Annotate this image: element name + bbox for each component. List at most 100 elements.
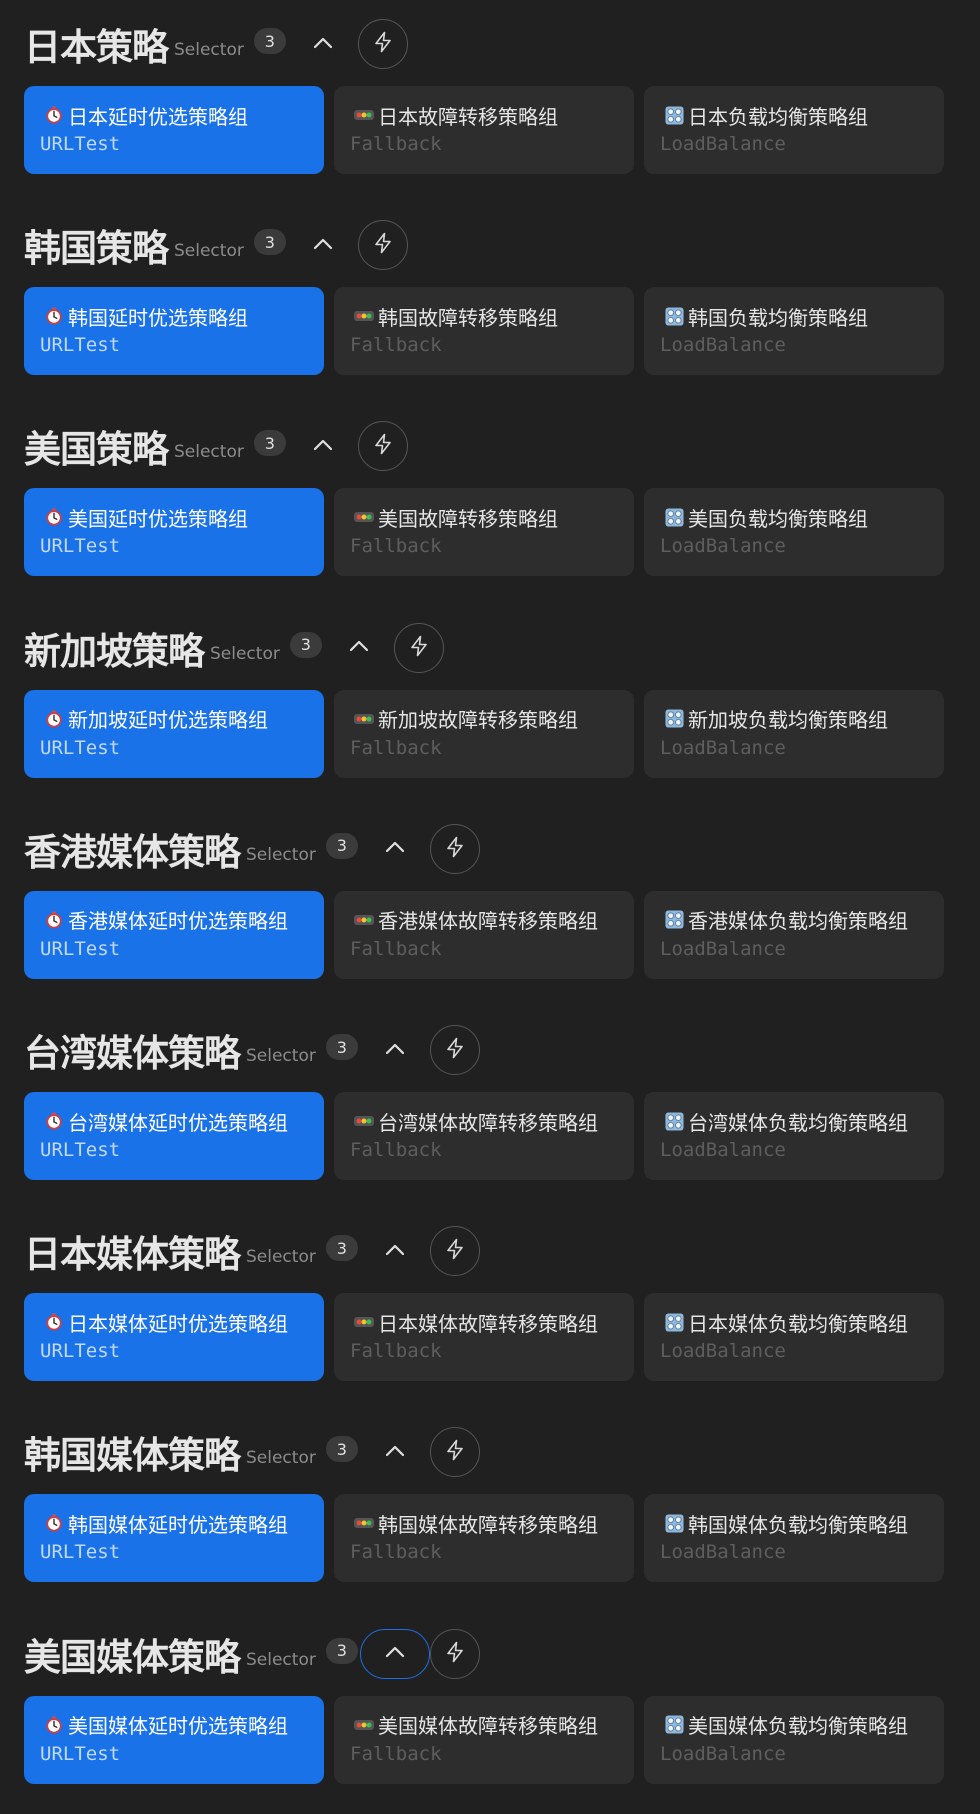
group-title: 日本媒体策略 xyxy=(24,1233,241,1277)
latency-test-button[interactable] xyxy=(429,1226,480,1277)
proxy-card[interactable]: 日本故障转移策略组 Fallback xyxy=(334,86,634,174)
proxy-count-badge: 3 xyxy=(253,28,286,54)
proxy-card[interactable]: 美国延时优选策略组 URLTest xyxy=(24,488,324,577)
proxy-count-badge: 3 xyxy=(289,631,322,658)
proxy-card[interactable]: 日本媒体故障转移策略组 Fallback xyxy=(334,1293,634,1382)
collapse-button[interactable] xyxy=(288,220,358,270)
proxy-count-badge: 3 xyxy=(325,1034,358,1060)
lightning-bolt-icon xyxy=(371,231,395,259)
stopwatch-icon xyxy=(44,1513,64,1533)
proxy-card[interactable]: 韩国媒体故障转移策略组 Fallback xyxy=(334,1494,634,1583)
proxy-group: 韩国策略 Selector 3 韩国延时优选策略组 URLTest 韩国故障转移策略组 Fa… xyxy=(24,215,944,405)
latency-test-button[interactable] xyxy=(429,823,480,874)
group-type-label: Selector xyxy=(246,1046,316,1066)
proxy-card[interactable]: 台湾媒体故障转移策略组 Fallback xyxy=(334,1092,634,1180)
proxy-card[interactable]: 台湾媒体延时优选策略组 URLTest xyxy=(24,1092,324,1180)
proxy-card[interactable]: 美国媒体负载均衡策略组 LoadBalance xyxy=(644,1695,944,1784)
proxy-type: Fallback xyxy=(350,535,442,558)
proxy-type: Fallback xyxy=(350,1742,442,1765)
proxy-name: 台湾媒体延时优选策略组 xyxy=(68,1110,288,1135)
proxy-name: 美国故障转移策略组 xyxy=(378,506,558,531)
proxy-type: URLTest xyxy=(40,1742,121,1765)
proxy-group: 台湾媒体策略 Selector 3 台湾媒体延时优选策略组 URLTest 台湾媒体故障转… xyxy=(24,1020,944,1210)
proxy-card[interactable]: 日本媒体负载均衡策略组 LoadBalance xyxy=(644,1293,944,1382)
chevron-up-icon xyxy=(384,1041,406,1060)
latency-test-button[interactable] xyxy=(357,421,408,472)
group-type-label: Selector xyxy=(174,40,244,60)
group-type-label: Selector xyxy=(210,643,280,664)
traffic-light-icon xyxy=(354,709,374,729)
proxy-name: 韩国媒体延时优选策略组 xyxy=(68,1512,288,1537)
proxy-card[interactable]: 美国故障转移策略组 Fallback xyxy=(334,488,634,577)
lightning-bolt-icon xyxy=(443,1036,467,1064)
proxy-card[interactable]: 台湾媒体负载均衡策略组 LoadBalance xyxy=(644,1092,944,1180)
proxy-name: 日本负载均衡策略组 xyxy=(688,104,868,129)
collapse-button[interactable] xyxy=(360,1427,430,1477)
proxy-name-row: 韩国媒体延时优选策略组 xyxy=(44,1509,324,1537)
proxy-card[interactable]: 韩国媒体延时优选策略组 URLTest xyxy=(24,1494,324,1583)
group-header: 美国策略 Selector 3 xyxy=(24,416,408,476)
collapse-button[interactable] xyxy=(288,421,358,471)
proxy-card[interactable]: 香港媒体故障转移策略组 Fallback xyxy=(334,890,634,979)
proxy-card[interactable]: 日本媒体延时优选策略组 URLTest xyxy=(24,1293,324,1382)
proxy-card[interactable]: 新加坡延时优选策略组 URLTest xyxy=(24,689,324,778)
proxy-name-row: 日本媒体故障转移策略组 xyxy=(354,1308,634,1336)
proxy-name-row: 美国故障转移策略组 xyxy=(354,503,634,531)
latency-test-button[interactable] xyxy=(357,220,408,271)
traffic-light-icon xyxy=(354,105,374,125)
proxy-name: 日本媒体故障转移策略组 xyxy=(378,1311,598,1336)
collapse-button[interactable] xyxy=(360,1025,430,1075)
proxy-name: 香港媒体故障转移策略组 xyxy=(378,909,598,934)
proxy-type: URLTest xyxy=(40,1541,121,1564)
latency-test-button[interactable] xyxy=(357,19,408,69)
proxy-card[interactable]: 香港媒体延时优选策略组 URLTest xyxy=(24,890,324,979)
proxy-card[interactable]: 香港媒体负载均衡策略组 LoadBalance xyxy=(644,890,944,979)
control-knobs-icon xyxy=(664,507,684,527)
proxy-card[interactable]: 美国媒体故障转移策略组 Fallback xyxy=(334,1695,634,1784)
stopwatch-icon xyxy=(44,709,64,729)
proxy-group: 美国媒体策略 Selector 3 美国媒体延时优选策略组 URLTest 美国媒体故障转… xyxy=(24,1624,944,1814)
latency-test-button[interactable] xyxy=(429,1025,480,1075)
proxy-type: LoadBalance xyxy=(660,1541,786,1564)
proxy-cards: 香港媒体延时优选策略组 URLTest 香港媒体故障转移策略组 Fallback 香港媒… xyxy=(24,890,944,979)
proxy-cards: 韩国延时优选策略组 URLTest 韩国故障转移策略组 Fallback 韩国负载均衡策… xyxy=(24,287,944,376)
chevron-up-icon xyxy=(384,1443,406,1462)
traffic-light-icon xyxy=(354,1513,374,1533)
proxy-name: 日本媒体负载均衡策略组 xyxy=(688,1311,908,1336)
proxy-card[interactable]: 新加坡故障转移策略组 Fallback xyxy=(334,689,634,778)
collapse-button[interactable] xyxy=(288,19,358,69)
chevron-up-icon xyxy=(312,236,334,255)
proxy-card[interactable]: 韩国负载均衡策略组 LoadBalance xyxy=(644,287,944,376)
collapse-button[interactable] xyxy=(360,1226,430,1276)
proxy-card[interactable]: 韩国媒体负载均衡策略组 LoadBalance xyxy=(644,1494,944,1583)
proxy-card[interactable]: 日本延时优选策略组 URLTest xyxy=(24,86,324,174)
control-knobs-icon xyxy=(664,306,684,326)
proxy-card[interactable]: 新加坡负载均衡策略组 LoadBalance xyxy=(644,689,944,778)
proxy-name: 香港媒体负载均衡策略组 xyxy=(688,909,908,934)
collapse-button[interactable] xyxy=(324,623,394,673)
proxy-type: Fallback xyxy=(350,1541,442,1564)
proxy-card[interactable]: 韩国故障转移策略组 Fallback xyxy=(334,287,634,376)
proxy-card[interactable]: 美国负载均衡策略组 LoadBalance xyxy=(644,488,944,577)
proxy-name: 美国媒体延时优选策略组 xyxy=(68,1714,288,1739)
collapse-button[interactable] xyxy=(360,824,430,874)
proxy-type: Fallback xyxy=(350,334,442,357)
group-type-label: Selector xyxy=(246,844,316,865)
proxy-name: 日本媒体延时优选策略组 xyxy=(68,1311,288,1336)
latency-test-button[interactable] xyxy=(393,622,444,673)
proxy-count-badge: 3 xyxy=(325,1235,358,1262)
latency-test-button[interactable] xyxy=(429,1628,480,1679)
proxy-name-row: 韩国负载均衡策略组 xyxy=(664,302,944,330)
stopwatch-icon xyxy=(44,105,64,125)
latency-test-button[interactable] xyxy=(429,1427,480,1478)
proxy-name-row: 美国延时优选策略组 xyxy=(44,503,324,531)
proxy-name: 美国延时优选策略组 xyxy=(68,506,248,531)
proxy-card[interactable]: 日本负载均衡策略组 LoadBalance xyxy=(644,86,944,174)
proxy-cards: 韩国媒体延时优选策略组 URLTest 韩国媒体故障转移策略组 Fallback 韩国媒… xyxy=(24,1494,944,1583)
collapse-button[interactable] xyxy=(359,1628,430,1679)
proxy-card[interactable]: 韩国延时优选策略组 URLTest xyxy=(24,287,324,376)
proxy-name-row: 日本延时优选策略组 xyxy=(44,101,324,129)
proxy-card[interactable]: 美国媒体延时优选策略组 URLTest xyxy=(24,1695,324,1784)
proxy-group: 日本策略 Selector 3 日本延时优选策略组 URLTest 日本故障转移策略组 Fa… xyxy=(24,14,944,204)
chevron-up-icon xyxy=(312,437,334,456)
